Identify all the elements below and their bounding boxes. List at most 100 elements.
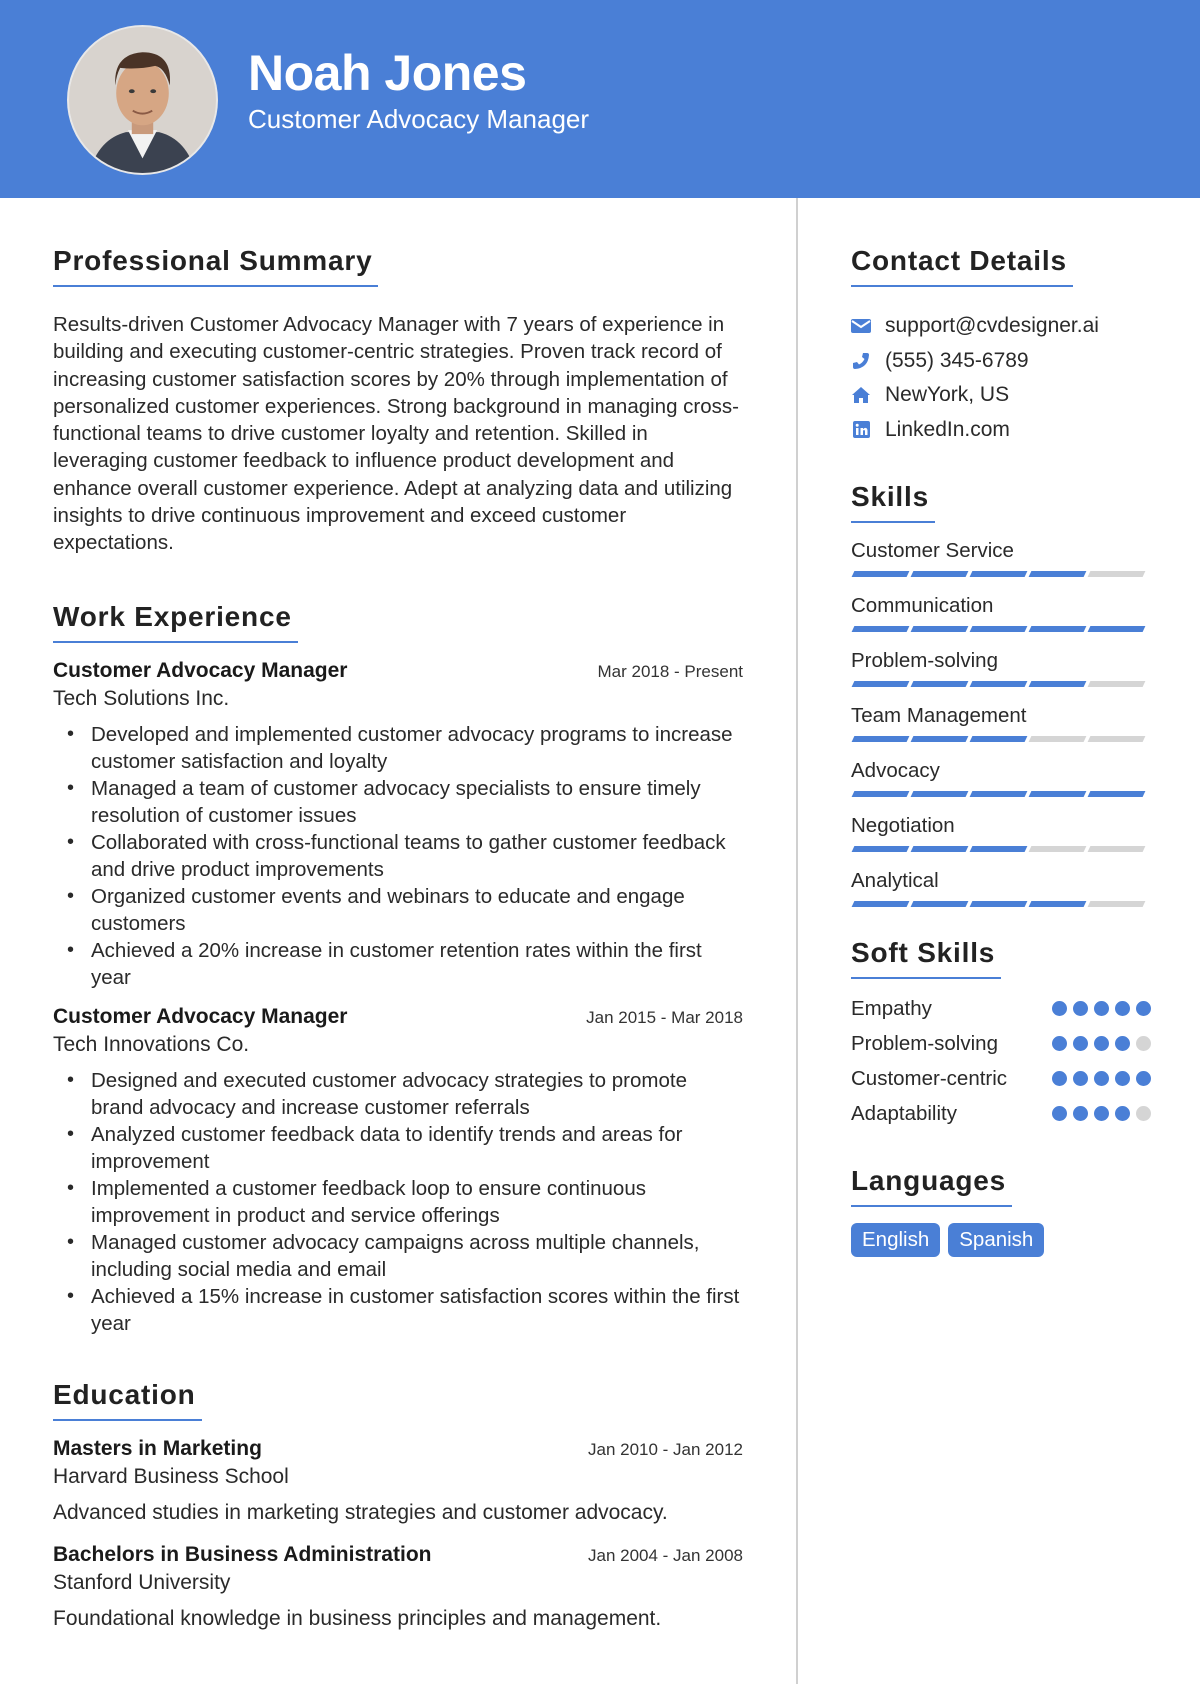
skill-item: Advocacy <box>851 757 1151 797</box>
linkedin-icon <box>851 420 871 440</box>
rating-dot-filled <box>1052 1036 1067 1051</box>
profile-photo <box>67 25 218 175</box>
soft-skill-name: Customer-centric <box>851 1066 1008 1090</box>
soft-skill-rating <box>1052 1036 1151 1051</box>
section-heading: Professional Summary <box>53 245 379 287</box>
job-bullet: Analyzed customer feedback data to ident… <box>53 1121 743 1175</box>
rating-dot-filled <box>1073 1071 1088 1086</box>
job-bullets: Designed and executed customer advocacy … <box>53 1067 743 1337</box>
education-dates: Jan 2010 - Jan 2012 <box>587 1439 743 1459</box>
soft-skill-name: Empathy <box>851 996 932 1020</box>
rating-dot-filled <box>1136 1071 1151 1086</box>
job-entry: Customer Advocacy Manager Mar 2018 - Pre… <box>53 659 743 991</box>
section-heading: Education <box>53 1379 202 1421</box>
skill-segment-filled <box>1028 791 1087 797</box>
soft-skill-item: Problem-solving <box>851 1026 1151 1061</box>
section-heading: Skills <box>851 481 935 523</box>
job-dates: Mar 2018 - Present <box>597 661 743 681</box>
skill-segment-filled <box>969 736 1028 742</box>
section-heading: Work Experience <box>53 601 298 643</box>
rating-dot-filled <box>1073 1106 1088 1121</box>
skill-item: Communication <box>851 592 1151 632</box>
skill-segment-filled <box>910 626 969 632</box>
skill-item: Analytical <box>851 867 1151 907</box>
person-portrait-icon <box>69 27 216 173</box>
contact-section: Contact Details support@cvdesigner.ai (5… <box>851 245 1151 447</box>
job-bullet: Achieved a 15% increase in customer sati… <box>53 1283 743 1337</box>
skill-segment-empty <box>1087 736 1146 742</box>
skill-segment-filled <box>851 736 910 742</box>
job-bullets: Developed and implemented customer advoc… <box>53 721 743 991</box>
main-column: Professional Summary Results-driven Cust… <box>53 245 743 1631</box>
contact-location: NewYork, US <box>851 378 1151 413</box>
job-dates: Jan 2015 - Mar 2018 <box>586 1007 743 1027</box>
soft-skill-item: Adaptability <box>851 1096 1151 1131</box>
skill-segment-filled <box>969 681 1028 687</box>
home-icon <box>851 385 871 405</box>
skill-segment-filled <box>1087 626 1146 632</box>
education-description: Foundational knowledge in business princ… <box>53 1606 662 1630</box>
skill-segment-filled <box>851 901 910 907</box>
rating-dot-filled <box>1052 1001 1067 1016</box>
skill-level-bar <box>851 571 1151 577</box>
contact-text: (555) 345-6789 <box>885 348 1029 372</box>
job-role: Customer Advocacy Manager <box>53 1004 348 1028</box>
skill-segment-empty <box>1087 846 1146 852</box>
job-bullet: Organized customer events and webinars t… <box>53 883 743 937</box>
rating-dot-filled <box>1094 1001 1109 1016</box>
skill-item: Negotiation <box>851 812 1151 852</box>
skill-segment-filled <box>851 571 910 577</box>
skill-name: Negotiation <box>851 814 955 837</box>
section-heading: Soft Skills <box>851 937 1002 979</box>
experience-section: Work Experience Customer Advocacy Manage… <box>53 601 743 1337</box>
school: Stanford University <box>53 1570 231 1594</box>
rating-dot-filled <box>1115 1106 1130 1121</box>
skill-level-bar <box>851 626 1151 632</box>
rating-dot-filled <box>1052 1106 1067 1121</box>
skill-segment-filled <box>910 846 969 852</box>
contact-phone[interactable]: (555) 345-6789 <box>851 344 1151 379</box>
contact-email[interactable]: support@cvdesigner.ai <box>851 309 1151 344</box>
skill-segment-filled <box>910 791 969 797</box>
language-tag: Spanish <box>948 1223 1045 1257</box>
job-role: Customer Advocacy Manager <box>53 658 348 682</box>
skill-item: Team Management <box>851 702 1151 742</box>
rating-dot-filled <box>1115 1001 1130 1016</box>
skill-segment-empty <box>1087 901 1146 907</box>
rating-dot-filled <box>1094 1036 1109 1051</box>
contact-text: NewYork, US <box>885 383 1010 407</box>
skill-level-bar <box>851 791 1151 797</box>
job-bullet: Collaborated with cross-functional teams… <box>53 829 743 883</box>
skill-segment-filled <box>851 681 910 687</box>
soft-skills-list: Empathy Problem-solving Customer-centric Ad… <box>851 991 1151 1131</box>
skill-segment-empty <box>1087 571 1146 577</box>
job-bullet: Developed and implemented customer advoc… <box>53 721 743 775</box>
skill-name: Customer Service <box>851 539 1014 562</box>
skill-segment-filled <box>851 791 910 797</box>
skill-segment-filled <box>910 736 969 742</box>
job-bullet: Implemented a customer feedback loop to … <box>53 1175 743 1229</box>
degree: Masters in Marketing <box>53 1436 262 1460</box>
section-heading: Languages <box>851 1165 1013 1207</box>
candidate-name: Noah Jones <box>248 45 527 101</box>
skill-segment-filled <box>969 901 1028 907</box>
skill-segment-filled <box>1028 626 1087 632</box>
job-bullet: Managed a team of customer advocacy spec… <box>53 775 743 829</box>
rating-dot-filled <box>1094 1106 1109 1121</box>
contact-linkedin[interactable]: LinkedIn.com <box>851 413 1151 448</box>
rating-dot-filled <box>1052 1071 1067 1086</box>
language-list: English Spanish <box>851 1223 1151 1257</box>
job-bullet: Designed and executed customer advocacy … <box>53 1067 743 1121</box>
skill-level-bar <box>851 736 1151 742</box>
rating-dot-filled <box>1073 1001 1088 1016</box>
skill-item: Problem-solving <box>851 647 1151 687</box>
skill-segment-filled <box>851 846 910 852</box>
job-entry: Customer Advocacy Manager Jan 2015 - Mar… <box>53 1005 743 1337</box>
summary-section: Professional Summary Results-driven Cust… <box>53 245 743 557</box>
rating-dot-empty <box>1136 1106 1151 1121</box>
skill-segment-filled <box>910 901 969 907</box>
education-section: Education Masters in Marketing Jan 2010 … <box>53 1379 743 1631</box>
skill-segment-filled <box>851 626 910 632</box>
skill-level-bar <box>851 901 1151 907</box>
rating-dot-filled <box>1115 1036 1130 1051</box>
